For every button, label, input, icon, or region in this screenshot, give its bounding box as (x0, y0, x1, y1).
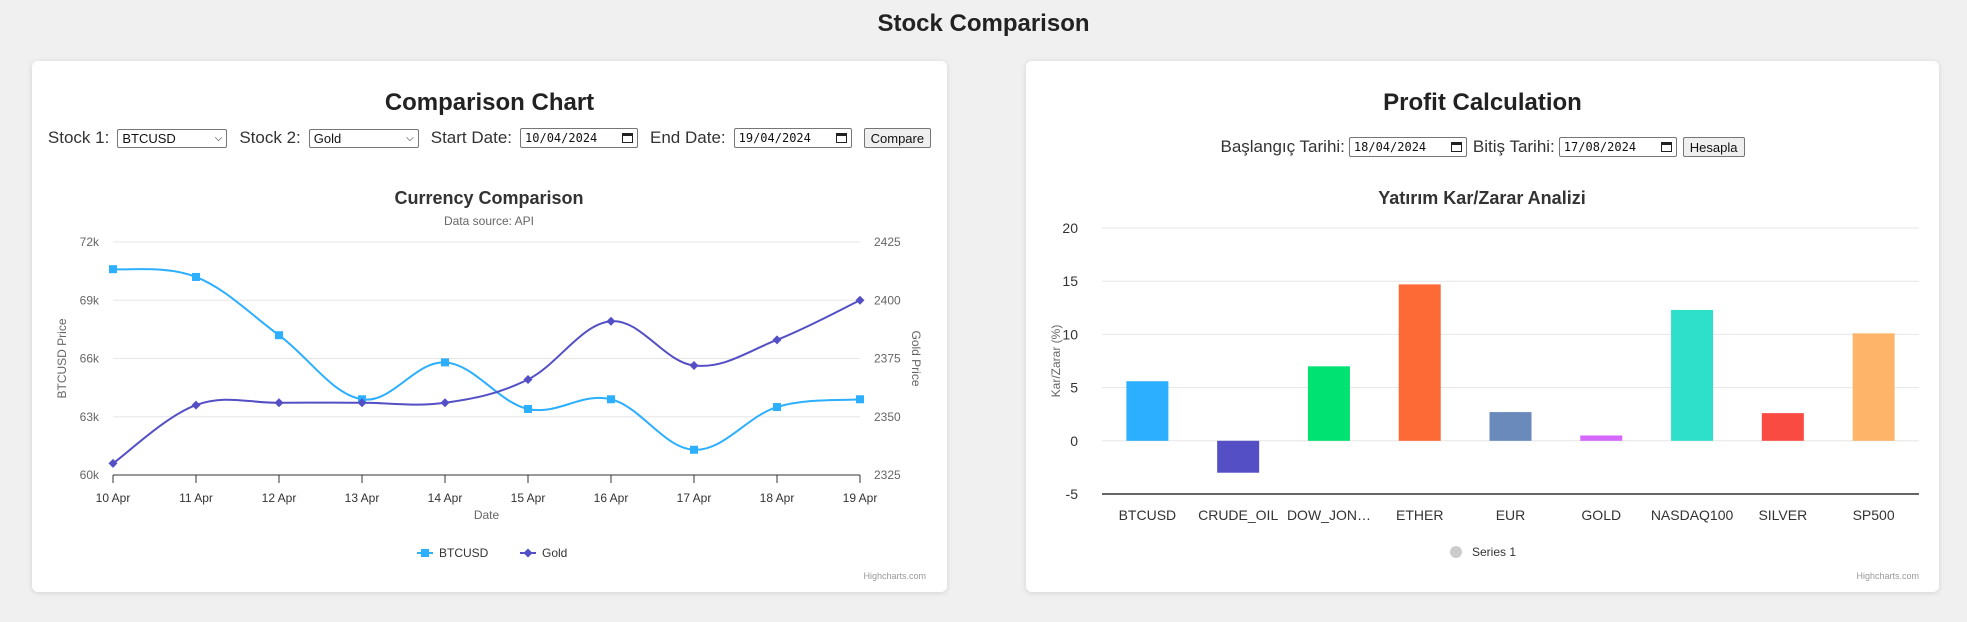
legend-label-btcusd: BTCUSD (439, 546, 489, 560)
y-right-tick: 2425 (874, 235, 901, 249)
x-tick-label: ETHER (1396, 507, 1443, 523)
data-point-btcusd (192, 272, 200, 281)
y-tick-label: 0 (1070, 433, 1078, 449)
y-tick-label: 10 (1062, 326, 1078, 342)
data-point-btcusd (856, 395, 864, 404)
x-tick-label: 17 Apr (677, 491, 712, 505)
y-left-tick: 69k (80, 293, 100, 307)
x-tick-label: 18 Apr (760, 491, 795, 505)
data-point-gold (440, 398, 450, 408)
data-point-btcusd (275, 331, 283, 340)
bar-sp500 (1852, 333, 1895, 441)
x-tick-label: 13 Apr (345, 491, 380, 505)
comparison-card: Comparison Chart Stock 1: BTCUSD ⌵ Stock… (32, 61, 947, 592)
y-right-tick: 2375 (874, 352, 901, 366)
page-title: Stock Comparison (877, 10, 1090, 37)
y-axis-title: Kar/Zarar (%) (1049, 325, 1063, 398)
x-tick-label: CRUDE_OIL (1198, 507, 1278, 523)
legend-marker-series-1 (1450, 546, 1462, 558)
data-point-btcusd (524, 404, 532, 413)
currency-comparison-chart: Currency Comparison Data source: API 60k 63… (55, 188, 926, 581)
bar-crude_oil (1217, 440, 1260, 473)
data-point-btcusd (441, 358, 449, 367)
x-tick-label: 11 Apr (179, 491, 213, 505)
x-tick-label: SILVER (1758, 507, 1807, 523)
data-point-btcusd (109, 265, 117, 274)
y-tick-label: 5 (1070, 380, 1078, 396)
bar-nasdaq100 (1671, 309, 1714, 441)
bar-eur (1489, 412, 1532, 441)
y-left-tick: 72k (80, 235, 100, 249)
profit-bar-chart: Yatırım Kar/Zarar Analizi -5 0 5 10 15 20 Kar/Z… (1049, 188, 1919, 581)
line-chart-title: Currency Comparison (394, 188, 583, 208)
data-point-btcusd (773, 403, 781, 412)
bar-btcusd (1126, 381, 1169, 441)
legend-label-gold: Gold (542, 546, 567, 560)
x-tick-label: 15 Apr (511, 491, 546, 505)
x-tick-label: 14 Apr (428, 491, 463, 505)
y-right-tick: 2350 (874, 410, 901, 424)
x-tick-label: EUR (1496, 507, 1526, 523)
x-tick-label: 10 Apr (96, 491, 131, 505)
data-point-gold (689, 360, 699, 370)
y-tick-label: 20 (1062, 220, 1078, 236)
profit-card: Profit Calculation Başlangıç Tarihi: 18/… (1026, 61, 1939, 592)
y-tick-label: -5 (1066, 486, 1079, 502)
data-point-btcusd (607, 395, 615, 404)
line-chart-subtitle: Data source: API (444, 214, 534, 228)
data-point-gold (523, 374, 533, 384)
y-right-tick: 2325 (874, 468, 901, 482)
x-tick-label: 12 Apr (262, 491, 297, 505)
legend-marker-gold (523, 548, 533, 558)
series-line-btcusd (112, 268, 861, 451)
x-tick-label: DOW_JON… (1287, 507, 1371, 523)
data-point-gold (772, 335, 782, 345)
chart-credit: Highcharts.com (863, 571, 926, 581)
x-tick-label: 16 Apr (594, 491, 629, 505)
x-tick-label: SP500 (1853, 507, 1895, 523)
data-point-gold (274, 398, 284, 408)
data-point-btcusd (690, 445, 698, 454)
x-tick-label: 19 Apr (843, 491, 878, 505)
bar-gold (1580, 435, 1623, 441)
data-point-gold (855, 295, 865, 305)
y-right-title: Gold Price (909, 330, 923, 386)
data-point-gold (191, 400, 201, 410)
y-left-tick: 63k (80, 410, 100, 424)
x-tick-label: BTCUSD (1119, 507, 1177, 523)
y-right-tick: 2400 (874, 293, 901, 307)
x-tick-label: GOLD (1581, 507, 1621, 523)
bar-silver (1761, 413, 1804, 441)
legend-marker-btcusd (421, 549, 429, 557)
legend-label-series-1: Series 1 (1472, 545, 1516, 559)
y-left-tick: 60k (80, 468, 100, 482)
x-tick-label: NASDAQ100 (1651, 507, 1734, 523)
bar-ether (1398, 284, 1441, 441)
bar-chart-title: Yatırım Kar/Zarar Analizi (1378, 188, 1585, 208)
chart-credit: Highcharts.com (1856, 571, 1919, 581)
data-point-gold (606, 316, 616, 326)
x-axis-title: Date (474, 508, 500, 522)
y-left-tick: 66k (80, 352, 100, 366)
bar-dow_jon… (1307, 366, 1350, 441)
series-line-gold (112, 299, 861, 465)
y-tick-label: 15 (1062, 273, 1078, 289)
y-left-title: BTCUSD Price (55, 318, 69, 398)
